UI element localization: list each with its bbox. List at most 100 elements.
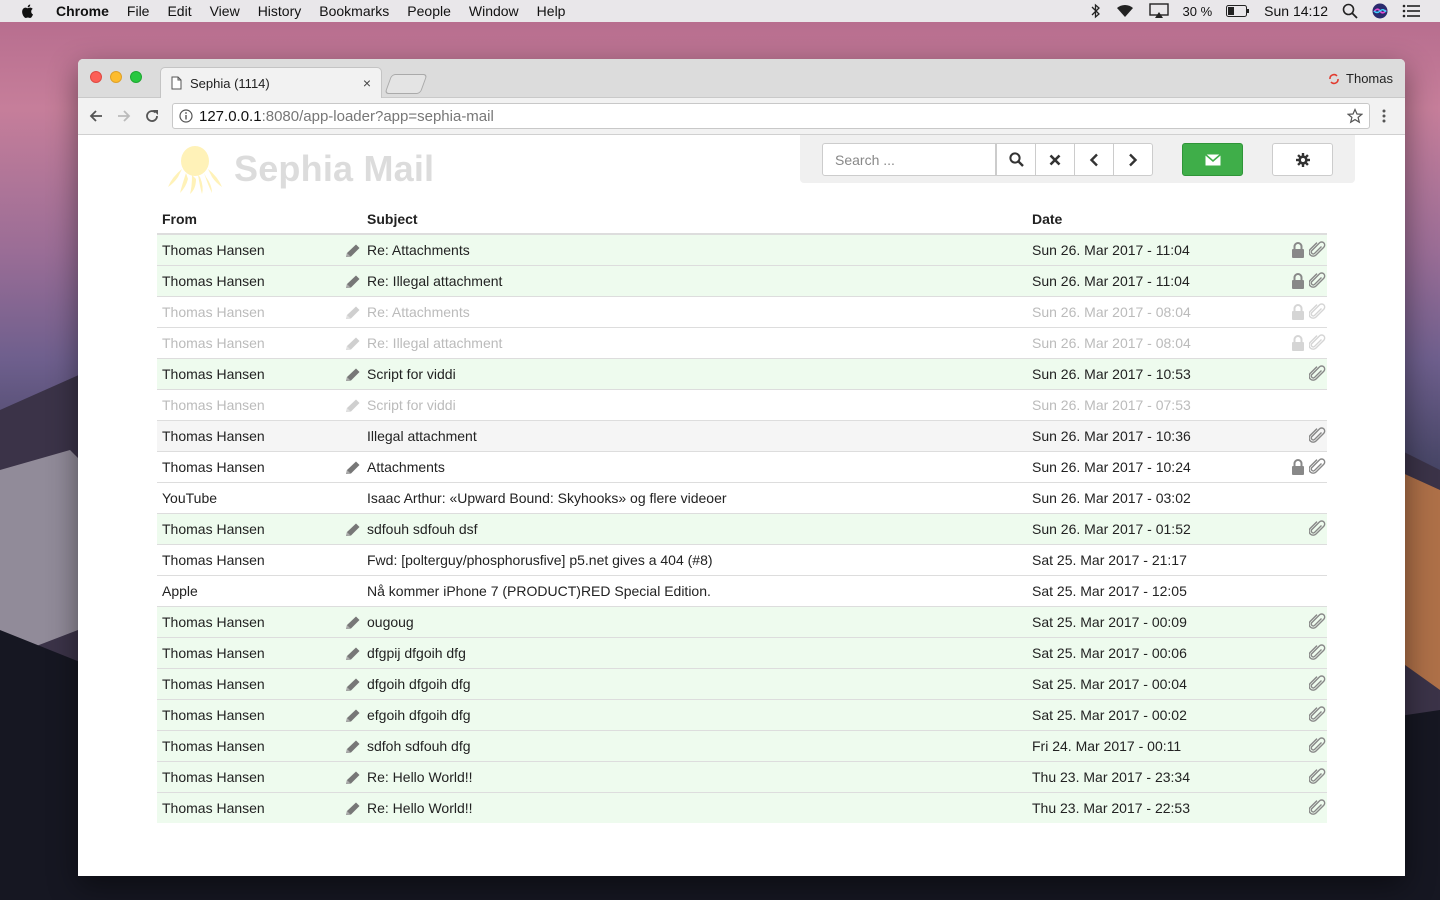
close-window-button[interactable]	[90, 71, 102, 83]
email-from[interactable]: Thomas Hansen	[157, 637, 332, 669]
edit-pencil-icon[interactable]	[344, 739, 362, 755]
siri-icon[interactable]	[1372, 3, 1388, 19]
apple-menu-icon[interactable]	[20, 3, 36, 19]
menu-help[interactable]: Help	[537, 3, 566, 19]
edit-pencil-icon[interactable]	[344, 677, 362, 693]
email-subject[interactable]: Attachments	[362, 451, 1027, 483]
email-row[interactable]: Thomas Hansen Re: Attachments Sun 26. Mar …	[157, 233, 1327, 266]
battery-icon[interactable]	[1226, 5, 1250, 17]
email-row[interactable]: Thomas Hansen Re: Illegal attachment Sun 2…	[157, 327, 1327, 359]
email-from[interactable]: Apple	[157, 575, 332, 607]
email-subject[interactable]: Re: Attachments	[362, 296, 1027, 328]
menu-history[interactable]: History	[258, 3, 302, 19]
edit-pencil-icon[interactable]	[344, 460, 362, 476]
bookmark-star-icon[interactable]	[1347, 108, 1363, 124]
edit-pencil-icon[interactable]	[344, 770, 362, 786]
search-button[interactable]	[996, 143, 1036, 176]
menu-edit[interactable]: Edit	[167, 3, 191, 19]
email-row[interactable]: Thomas Hansen ougoug Sat 25. Mar 2017 - 00…	[157, 606, 1327, 638]
email-from[interactable]: Thomas Hansen	[157, 296, 332, 328]
email-subject[interactable]: Nå kommer iPhone 7 (PRODUCT)RED Special …	[362, 575, 1027, 607]
email-subject[interactable]: Re: Illegal attachment	[362, 327, 1027, 359]
email-subject[interactable]: Re: Hello World!!	[362, 792, 1027, 823]
email-from[interactable]: Thomas Hansen	[157, 730, 332, 762]
attachment-paperclip-icon[interactable]	[1308, 272, 1327, 290]
email-row[interactable]: Thomas Hansen Script for viddi Sun 26. Mar…	[157, 389, 1327, 421]
email-from[interactable]: Thomas Hansen	[157, 606, 332, 638]
menu-window[interactable]: Window	[469, 3, 519, 19]
menu-file[interactable]: File	[127, 3, 150, 19]
attachment-paperclip-icon[interactable]	[1308, 520, 1327, 538]
attachment-paperclip-icon[interactable]	[1308, 706, 1327, 724]
edit-pencil-icon[interactable]	[344, 801, 362, 817]
edit-pencil-icon[interactable]	[344, 305, 362, 321]
email-subject[interactable]: Fwd: [polterguy/phosphorusfive] p5.net g…	[362, 544, 1027, 576]
email-from[interactable]: Thomas Hansen	[157, 420, 332, 452]
browser-menu-icon[interactable]	[1382, 108, 1386, 124]
tab-close-icon[interactable]: ×	[363, 75, 371, 91]
minimize-window-button[interactable]	[110, 71, 122, 83]
attachment-paperclip-icon[interactable]	[1308, 613, 1327, 631]
email-from[interactable]: Thomas Hansen	[157, 233, 332, 266]
email-from[interactable]: Thomas Hansen	[157, 513, 332, 545]
attachment-paperclip-icon[interactable]	[1308, 334, 1327, 352]
email-from[interactable]: YouTube	[157, 482, 332, 514]
notification-center-icon[interactable]	[1402, 4, 1420, 18]
email-from[interactable]: Thomas Hansen	[157, 668, 332, 700]
edit-pencil-icon[interactable]	[344, 336, 362, 352]
email-row[interactable]: YouTube Isaac Arthur: «Upward Bound: Skyh…	[157, 482, 1327, 514]
email-subject[interactable]: Script for viddi	[362, 358, 1027, 390]
edit-pencil-icon[interactable]	[344, 367, 362, 383]
attachment-paperclip-icon[interactable]	[1308, 675, 1327, 693]
email-from[interactable]: Thomas Hansen	[157, 358, 332, 390]
email-from[interactable]: Thomas Hansen	[157, 389, 332, 421]
attachment-paperclip-icon[interactable]	[1308, 768, 1327, 786]
email-row[interactable]: Thomas Hansen Re: Attachments Sun 26. Mar …	[157, 296, 1327, 328]
back-button[interactable]	[82, 108, 110, 124]
email-row[interactable]: Thomas Hansen Re: Illegal attachment Sun 2…	[157, 265, 1327, 297]
email-subject[interactable]: ougoug	[362, 606, 1027, 638]
email-subject[interactable]: Re: Illegal attachment	[362, 265, 1027, 297]
search-input[interactable]	[822, 143, 996, 176]
attachment-paperclip-icon[interactable]	[1308, 427, 1327, 445]
email-from[interactable]: Thomas Hansen	[157, 792, 332, 823]
email-subject[interactable]: Illegal attachment	[362, 420, 1027, 452]
menu-people[interactable]: People	[407, 3, 451, 19]
clear-search-button[interactable]	[1035, 143, 1075, 176]
attachment-paperclip-icon[interactable]	[1308, 458, 1327, 476]
reload-button[interactable]	[138, 108, 166, 124]
edit-pencil-icon[interactable]	[344, 274, 362, 290]
email-row[interactable]: Thomas Hansen Attachments Sun 26. Mar 2017…	[157, 451, 1327, 483]
email-row[interactable]: Thomas Hansen sdfoh sdfouh dfg Fri 24. Mar…	[157, 730, 1327, 762]
column-header-subject[interactable]: Subject	[362, 205, 1027, 235]
attachment-paperclip-icon[interactable]	[1308, 737, 1327, 755]
spotlight-search-icon[interactable]	[1342, 3, 1358, 19]
next-page-button[interactable]	[1113, 143, 1153, 176]
menu-view[interactable]: View	[210, 3, 240, 19]
forward-button[interactable]	[110, 108, 138, 124]
bluetooth-icon[interactable]	[1091, 3, 1101, 19]
attachment-paperclip-icon[interactable]	[1308, 799, 1327, 817]
email-from[interactable]: Thomas Hansen	[157, 265, 332, 297]
email-subject[interactable]: Re: Attachments	[362, 233, 1027, 266]
email-row[interactable]: Thomas Hansen Re: Hello World!! Thu 23. Ma…	[157, 761, 1327, 793]
zoom-window-button[interactable]	[130, 71, 142, 83]
settings-button[interactable]	[1272, 143, 1333, 176]
email-subject[interactable]: efgoih dfgoih dfg	[362, 699, 1027, 731]
email-row[interactable]: Thomas Hansen Fwd: [polterguy/phosphorusf…	[157, 544, 1327, 576]
email-row[interactable]: Thomas Hansen efgoih dfgoih dfg Sat 25. Ma…	[157, 699, 1327, 731]
edit-pencil-icon[interactable]	[344, 522, 362, 538]
attachment-paperclip-icon[interactable]	[1308, 303, 1327, 321]
attachment-paperclip-icon[interactable]	[1308, 365, 1327, 383]
email-subject[interactable]: dfgpij dfgoih dfg	[362, 637, 1027, 669]
browser-tab-active[interactable]: Sephia (1114) ×	[160, 67, 382, 98]
email-subject[interactable]: dfgoih dfgoih dfg	[362, 668, 1027, 700]
email-from[interactable]: Thomas Hansen	[157, 761, 332, 793]
email-row[interactable]: Thomas Hansen Illegal attachment Sun 26. M…	[157, 420, 1327, 452]
column-header-from[interactable]: From	[157, 205, 332, 235]
menu-bookmarks[interactable]: Bookmarks	[319, 3, 389, 19]
email-row[interactable]: Thomas Hansen Script for viddi Sun 26. Mar…	[157, 358, 1327, 390]
menubar-clock[interactable]: Sun 14:12	[1264, 3, 1328, 19]
email-subject[interactable]: Re: Hello World!!	[362, 761, 1027, 793]
email-row[interactable]: Thomas Hansen sdfouh sdfouh dsf Sun 26. Ma…	[157, 513, 1327, 545]
